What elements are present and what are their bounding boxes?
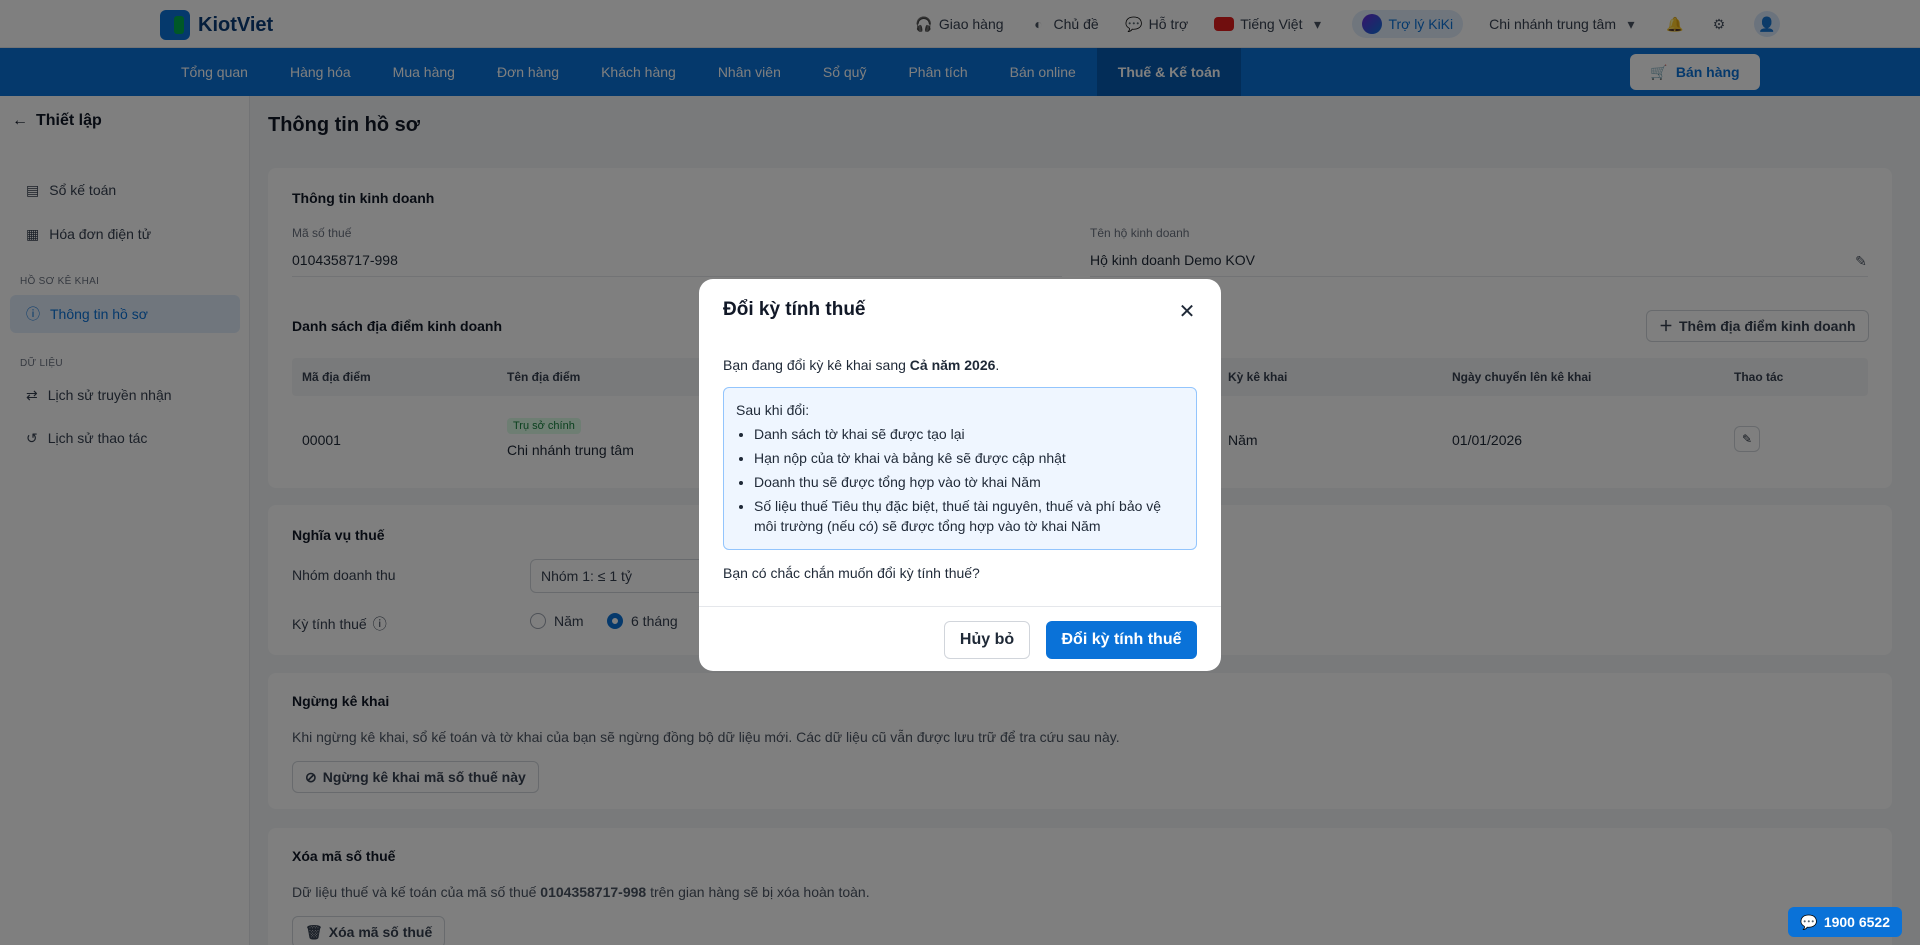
chat-icon: 💬 [1800, 913, 1818, 930]
confirm-change-period-button[interactable]: Đổi kỳ tính thuế [1046, 621, 1197, 659]
cancel-button[interactable]: Hủy bỏ [944, 621, 1030, 659]
close-icon[interactable]: ✕ [1175, 299, 1199, 323]
dialog-divider [699, 606, 1221, 607]
after-change-label: Sau khi đổi: [736, 402, 810, 418]
list-item: Số liệu thuế Tiêu thụ đặc biệt, thuế tài… [754, 496, 1184, 536]
list-item: Hạn nộp của tờ khai và bảng kê sẽ được c… [754, 448, 1184, 468]
list-item: Doanh thu sẽ được tổng hợp vào tờ khai N… [754, 472, 1184, 492]
hotline-button[interactable]: 💬 1900 6522 [1788, 907, 1902, 937]
hotline-number: 1900 6522 [1823, 914, 1890, 930]
list-item: Danh sách tờ khai sẽ được tạo lại [754, 424, 1184, 444]
intro-post: . [995, 357, 1000, 373]
dialog-intro: Bạn đang đổi kỳ kê khai sang Cả năm 2026… [723, 357, 999, 373]
intro-pre: Bạn đang đổi kỳ kê khai sang [723, 357, 910, 373]
change-tax-period-dialog: Đổi kỳ tính thuế ✕ Bạn đang đổi kỳ kê kh… [699, 279, 1221, 671]
after-change-list: Danh sách tờ khai sẽ được tạo lại Hạn nộ… [736, 424, 1184, 536]
dialog-question: Bạn có chắc chắn muốn đổi kỳ tính thuế? [723, 565, 980, 581]
intro-period: Cả năm 2026 [909, 357, 996, 373]
after-change-info-box: Sau khi đổi: Danh sách tờ khai sẽ được t… [723, 387, 1197, 550]
dialog-title: Đổi kỳ tính thuế [723, 299, 866, 320]
